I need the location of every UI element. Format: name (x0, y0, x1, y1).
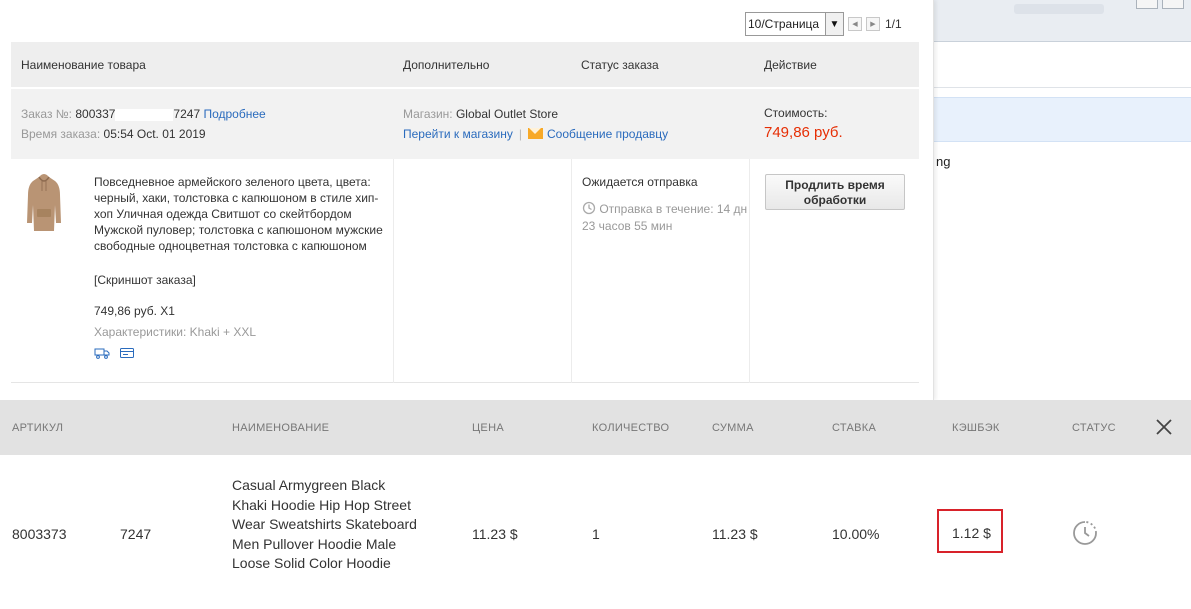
article-suffix: 7247 (120, 526, 152, 542)
item-icons (94, 347, 135, 359)
cost-label: Стоимость: (764, 106, 828, 120)
page-count: 1/1 (885, 17, 902, 31)
item-characteristics: Характеристики: Khaki + XXL (94, 325, 257, 339)
clock-icon (582, 201, 596, 215)
rate-value: 10.00% (832, 526, 880, 542)
blurred-order-digits (115, 108, 174, 121)
envelope-icon (528, 128, 543, 139)
pending-clock-icon (1073, 521, 1097, 545)
header-order-status: Статус заказа (581, 58, 659, 72)
order-status: Ожидается отправка (582, 175, 698, 189)
article-value: 8003373 (12, 526, 67, 542)
quantity-value: 1 (592, 526, 600, 542)
order-number: Заказ №: 800337 7247 Подробнее (21, 107, 266, 121)
order-panel: 10/Страница ▼ ◀ ▶ 1/1 Наименование товар… (0, 0, 934, 400)
details-link[interactable]: Подробнее (203, 107, 265, 121)
background-text: ng (936, 154, 951, 169)
per-page-select[interactable]: 10/Страница ▼ (745, 12, 844, 36)
order-item-row: Повседневное армейского зеленого цвета, … (11, 159, 919, 383)
pagination: 10/Страница ▼ ◀ ▶ 1/1 (745, 12, 902, 36)
card-icon[interactable] (119, 347, 135, 359)
header-price: ЦЕНА (472, 422, 504, 434)
store-links: Перейти к магазину | Сообщение продавцу (403, 127, 669, 141)
cashback-table-row: 8003373 7247 Casual Armygreen Black Khak… (0, 455, 1191, 609)
prev-page-icon[interactable]: ◀ (848, 17, 862, 31)
order-screenshot-link[interactable]: [Скриншот заказа] (94, 273, 196, 287)
cashback-table-header: АРТИКУЛ НАИМЕНОВАНИЕ ЦЕНА КОЛИЧЕСТВО СУМ… (0, 400, 1191, 455)
background-banner (934, 97, 1191, 142)
cashback-value: 1.12 $ (952, 525, 991, 541)
header-additional: Дополнительно (403, 58, 490, 72)
sum-value: 11.23 $ (712, 526, 758, 542)
order-info-row: Заказ №: 800337 7247 Подробнее Время зака… (11, 89, 919, 159)
cashback-highlight: 1.12 $ (937, 509, 1003, 553)
per-page-value: 10/Страница (748, 17, 820, 31)
background-toolbar (934, 42, 1191, 88)
orders-table-header: Наименование товара Дополнительно Статус… (11, 42, 919, 87)
product-name: Casual Armygreen Black Khaki Hoodie Hip … (232, 477, 417, 572)
truck-icon[interactable] (94, 347, 110, 359)
item-price-quantity: 749,86 руб. X1 (94, 304, 175, 318)
header-article: АРТИКУЛ (12, 422, 64, 434)
maximize-button[interactable] (1162, 0, 1184, 9)
header-cashback: КЭШБЭК (952, 422, 1000, 434)
shipping-time: Отправка в течение: 14 дн 23 часов 55 ми… (582, 201, 748, 233)
hoodie-thumbnail[interactable] (25, 171, 63, 233)
chevron-down-icon[interactable]: ▼ (825, 13, 843, 35)
cost-value: 749,86 руб. (764, 124, 843, 141)
background-window-titlebar (934, 0, 1191, 42)
extend-processing-time-button[interactable]: Продлить время обработки (765, 174, 905, 210)
header-product-name: Наименование товара (21, 58, 146, 72)
message-seller-link[interactable]: Сообщение продавцу (547, 127, 668, 141)
store-info: Магазин: Global Outlet Store (403, 107, 559, 121)
header-sum: СУММА (712, 422, 754, 434)
next-page-icon[interactable]: ▶ (866, 17, 880, 31)
background-window: ng (934, 0, 1191, 400)
minimize-button[interactable] (1136, 0, 1158, 9)
product-description[interactable]: Повседневное армейского зеленого цвета, … (94, 174, 394, 254)
blurred-area (1014, 4, 1104, 14)
header-action: Действие (764, 58, 817, 72)
close-icon[interactable] (1154, 417, 1174, 437)
price-value: 11.23 $ (472, 526, 518, 542)
header-name: НАИМЕНОВАНИЕ (232, 422, 330, 434)
order-time: Время заказа: 05:54 Oct. 01 2019 (21, 127, 206, 141)
header-status: СТАТУС (1072, 422, 1116, 434)
header-quantity: КОЛИЧЕСТВО (592, 422, 670, 434)
header-rate: СТАВКА (832, 422, 877, 434)
go-to-store-link[interactable]: Перейти к магазину (403, 127, 513, 141)
